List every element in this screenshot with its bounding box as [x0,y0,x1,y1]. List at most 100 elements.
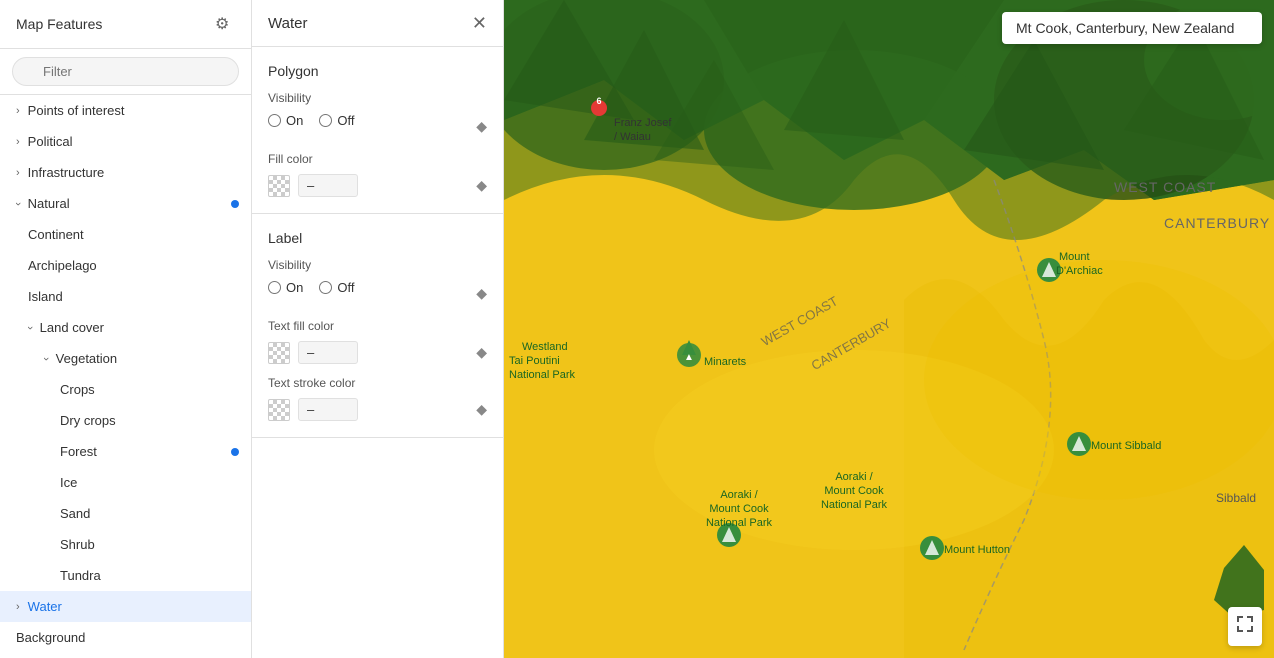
active-dot [231,200,239,208]
nav-label: Archipelago [28,258,97,273]
search-bar[interactable]: Mt Cook, Canterbury, New Zealand [1002,12,1262,44]
sidebar-item-continent[interactable]: Continent [0,219,251,250]
visibility-row: On Off ◆ [268,280,487,307]
filter-input[interactable] [12,57,239,86]
expand-button[interactable] [1228,607,1262,646]
sidebar-item-ice[interactable]: Ice [0,467,251,498]
sidebar-item-island[interactable]: Island [0,281,251,312]
svg-text:6: 6 [596,96,601,106]
radio-off[interactable]: Off [319,113,354,128]
search-text: Mt Cook, Canterbury, New Zealand [1016,20,1234,36]
label-section: Label Visibility On Off ◆ Text fill colo… [252,214,503,438]
gear-icon[interactable]: ⚙ [215,14,235,34]
sidebar-item-archipelago[interactable]: Archipelago [0,250,251,281]
svg-text:Mount Cook: Mount Cook [824,485,884,497]
svg-text:WEST COAST: WEST COAST [1114,179,1216,195]
label-title: Label [268,230,487,246]
off-label: Off [337,280,354,295]
sidebar-item-points-of-interest[interactable]: › Points of interest [0,95,251,126]
diamond-icon[interactable]: ◆ [476,118,487,135]
map-background: 6 Franz Josef / Waiau ▲ Minarets Westlan… [504,0,1274,658]
sidebar-item-natural[interactable]: › Natural [0,188,251,219]
svg-text:D'Archiac: D'Archiac [1056,265,1103,277]
nav-label: Land cover [40,320,104,335]
polygon-section: Polygon Visibility On Off ◆ Fill color –… [252,47,503,214]
text-fill-row: – ◆ [268,341,487,364]
diamond-icon[interactable]: ◆ [476,285,487,302]
color-value: – [298,174,358,197]
sidebar-item-forest[interactable]: Forest [0,436,251,467]
svg-text:Minarets: Minarets [704,356,747,368]
fill-color-label: Fill color [268,152,487,166]
radio-on[interactable]: On [268,280,303,295]
chevron-down-icon: › [40,357,52,361]
color-picker[interactable]: – [268,174,468,197]
svg-text:Mount Hutton: Mount Hutton [944,544,1010,556]
sidebar-item-sand[interactable]: Sand [0,498,251,529]
radio-group: On Off [268,280,354,295]
svg-text:Franz Josef: Franz Josef [614,117,672,129]
chevron-right-icon: › [16,105,20,117]
nav-label: Crops [60,382,95,397]
svg-text:National Park: National Park [509,369,576,381]
diamond-icon[interactable]: ◆ [476,177,487,194]
svg-text:Mount Sibbald: Mount Sibbald [1091,440,1161,452]
radio-on-input[interactable] [268,114,281,127]
sidebar-item-dry-crops[interactable]: Dry crops [0,405,251,436]
nav-label: Sand [60,506,90,521]
nav-label: Background [16,630,85,645]
text-stroke-swatch[interactable] [268,399,290,421]
nav-label: Ice [60,475,77,490]
sidebar-item-crops[interactable]: Crops [0,374,251,405]
diamond-icon[interactable]: ◆ [476,344,487,361]
text-fill-label: Text fill color [268,319,487,333]
sidebar-item-vegetation[interactable]: › Vegetation [0,343,251,374]
sidebar-item-background[interactable]: Background [0,622,251,653]
svg-text:CANTERBURY: CANTERBURY [1164,215,1270,231]
filter-wrap: ≡ [12,57,239,86]
color-swatch[interactable] [268,175,290,197]
text-fill-picker[interactable]: – [268,341,468,364]
svg-text:National Park: National Park [706,517,773,529]
polygon-title: Polygon [268,63,487,79]
svg-text:Aoraki /: Aoraki / [835,471,873,483]
nav-label: Shrub [60,537,95,552]
radio-on-input[interactable] [268,281,281,294]
text-stroke-row: – ◆ [268,398,487,421]
svg-text:▲: ▲ [684,352,694,363]
text-fill-value: – [298,341,358,364]
nav-label: Political [28,134,73,149]
text-stroke-picker[interactable]: – [268,398,468,421]
sidebar-item-water[interactable]: › Water [0,591,251,622]
text-stroke-label: Text stroke color [268,376,487,390]
detail-panel: Water ✕ Polygon Visibility On Off ◆ Fill… [252,0,504,658]
map-area: 6 Franz Josef / Waiau ▲ Minarets Westlan… [504,0,1274,658]
on-label: On [286,113,303,128]
diamond-icon[interactable]: ◆ [476,401,487,418]
active-dot [231,448,239,456]
text-stroke-value: – [298,398,358,421]
close-button[interactable]: ✕ [472,14,487,32]
radio-off-input[interactable] [319,114,332,127]
map-svg: 6 Franz Josef / Waiau ▲ Minarets Westlan… [504,0,1274,658]
panel-title: Water [268,15,307,32]
text-fill-swatch[interactable] [268,342,290,364]
radio-off[interactable]: Off [319,280,354,295]
sidebar-item-tundra[interactable]: Tundra [0,560,251,591]
svg-text:National Park: National Park [821,499,888,511]
radio-on[interactable]: On [268,113,303,128]
nav-label: Points of interest [28,103,125,118]
sidebar-item-shrub[interactable]: Shrub [0,529,251,560]
nav-label: Water [28,599,62,614]
sidebar-item-political[interactable]: › Political [0,126,251,157]
sidebar-item-infrastructure[interactable]: › Infrastructure [0,157,251,188]
sidebar-title: Map Features [16,16,102,32]
radio-off-input[interactable] [319,281,332,294]
svg-text:/ Waiau: / Waiau [614,131,651,143]
nav-label: Dry crops [60,413,116,428]
chevron-down-icon: › [12,202,24,206]
nav-label: Natural [28,196,70,211]
sidebar-item-land-cover[interactable]: › Land cover [0,312,251,343]
expand-icon [1236,615,1254,633]
svg-text:Sibbald: Sibbald [1216,491,1256,505]
